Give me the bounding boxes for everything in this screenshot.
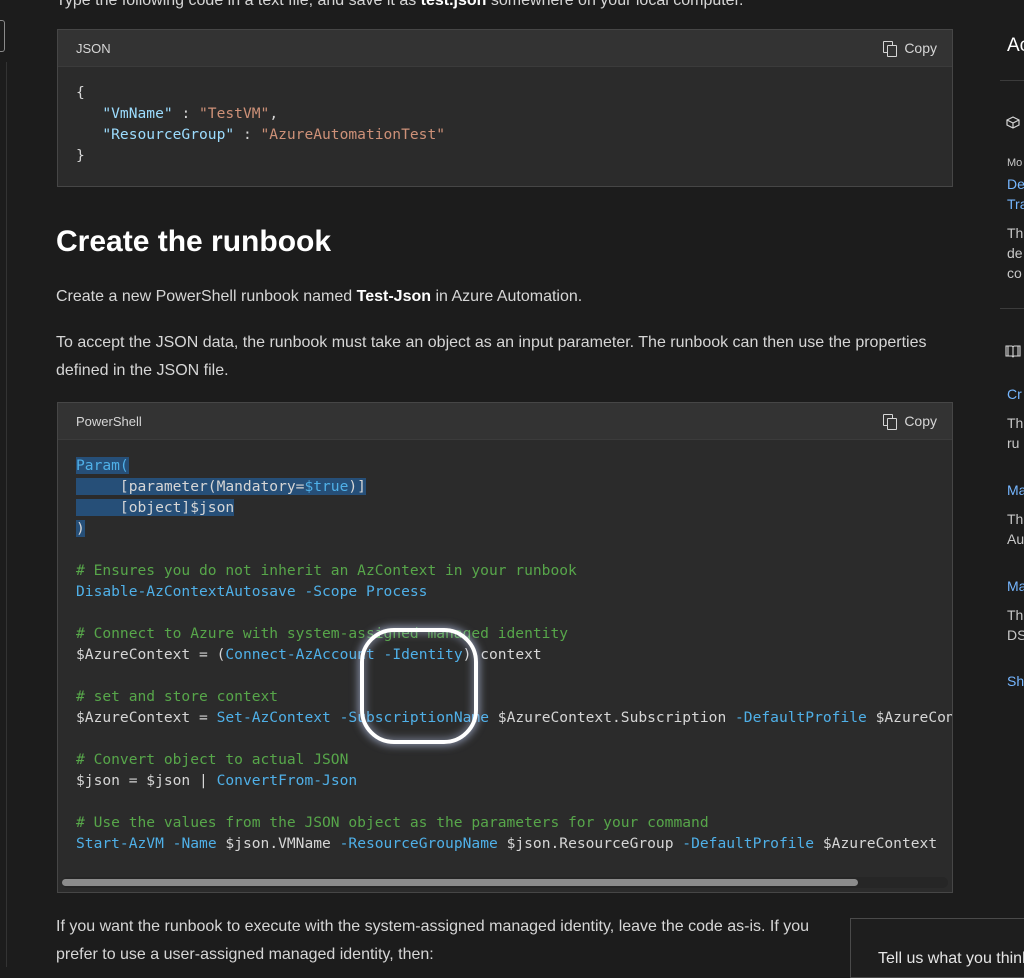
paragraph-create: Create a new PowerShell runbook named Te… [56, 283, 948, 311]
powershell-code-block: PowerShell Copy Param( [parameter(Mandat… [57, 402, 953, 893]
related-desc: Au [1007, 531, 1024, 547]
code-token: Process [365, 583, 428, 600]
rail-divider [1000, 308, 1024, 309]
para-text: Create a new PowerShell runbook named [56, 288, 357, 305]
intro-text: Type the following code in a text file, … [56, 0, 743, 12]
code-token: $true [304, 478, 349, 495]
code-token: -DefaultProfile [682, 835, 815, 852]
code-token: $AzureContext [875, 709, 952, 726]
left-rail [0, 0, 8, 967]
code-header: JSON Copy [58, 30, 952, 67]
intro-before: Type the following code in a text file, … [56, 0, 421, 9]
code-token: ).context [462, 646, 542, 663]
module-icon [1006, 116, 1020, 129]
show-more-link[interactable]: Sh [1007, 673, 1024, 689]
code-token: : [172, 105, 200, 122]
code-token: $json.VMName [216, 835, 340, 852]
code-token: -DefaultProfile [735, 709, 867, 726]
code-token: : [234, 126, 261, 143]
code-token: $AzureContext = [76, 709, 217, 726]
code-token: -Name [172, 835, 217, 852]
code-token: [parameter(Mandatory= [76, 478, 305, 495]
related-link[interactable]: Ma [1007, 578, 1024, 594]
code-token: Set-AzContext [216, 709, 331, 726]
code-token: Param( [76, 457, 129, 474]
module-desc: de [1007, 245, 1023, 261]
code-token: "VmName" [102, 105, 173, 122]
related-desc: ru [1007, 435, 1020, 451]
module-desc: Th [1007, 225, 1024, 241]
intro-after: somewhere on your local computer. [486, 0, 744, 9]
code-token: $json = $json | [76, 772, 217, 789]
horizontal-scrollbar[interactable] [62, 877, 948, 888]
copy-icon [883, 41, 898, 57]
code-comment: # set and store context [76, 688, 279, 705]
left-divider [6, 62, 7, 967]
code-token: -SubscriptionName [339, 709, 489, 726]
code-token: $json.ResourceGroup [497, 835, 683, 852]
code-token: } [76, 147, 85, 164]
right-rail: Ac Mo De Tra Th de co Cr Th ru Ma Th Au … [1000, 0, 1024, 967]
collapse-handle[interactable] [0, 20, 5, 52]
section-heading: Create the runbook [56, 225, 332, 258]
related-desc: DS [1007, 627, 1024, 643]
code-token: $AzureContext [814, 835, 938, 852]
feedback-prompt: Tell us what you think [878, 950, 1024, 967]
code-token: ConvertFrom-Json [216, 772, 358, 789]
json-code[interactable]: { "VmName" : "TestVM", "ResourceGroup" :… [58, 67, 952, 181]
related-desc: Th [1007, 511, 1024, 527]
code-token: "ResourceGroup" [102, 126, 235, 143]
code-token: { [76, 84, 85, 101]
runbook-name: Test-Json [356, 288, 432, 305]
code-language: PowerShell [76, 413, 142, 429]
right-rail-title: Ac [1007, 35, 1024, 56]
related-desc: Th [1007, 607, 1024, 623]
feedback-panel[interactable]: Tell us what you think [850, 918, 1024, 978]
code-token: ) [76, 520, 85, 537]
code-language: JSON [76, 40, 111, 56]
code-token: "TestVM" [199, 105, 270, 122]
module-desc: co [1007, 265, 1022, 281]
code-token: "AzureAutomationTest" [260, 126, 446, 143]
related-link[interactable]: Ma [1007, 482, 1024, 498]
copy-button[interactable]: Copy [883, 413, 937, 430]
code-token: -Identity [383, 646, 463, 663]
book-icon [1005, 345, 1021, 358]
json-code-block: JSON Copy { "VmName" : "TestVM", "Resour… [57, 29, 953, 187]
code-token: -Scope [304, 583, 358, 600]
rail-divider [1000, 80, 1024, 81]
code-comment: # Convert object to actual JSON [76, 751, 349, 768]
code-comment: # Connect to Azure with system-assigned … [76, 625, 569, 642]
paragraph-accept: To accept the JSON data, the runbook mus… [56, 334, 927, 379]
code-token: Disable-AzContextAutosave [76, 583, 296, 600]
para-text: in Azure Automation. [431, 288, 583, 305]
code-token: Start-AzVM [76, 835, 164, 852]
paragraph-identity: If you want the runbook to execute with … [56, 918, 810, 963]
code-token: Connect-AzAccount [225, 646, 375, 663]
code-token: [object]$json [76, 499, 235, 516]
code-token: $AzureContext.Subscription [489, 709, 736, 726]
copy-label: Copy [904, 40, 937, 56]
powershell-code[interactable]: Param( [parameter(Mandatory=$true)] [obj… [58, 440, 952, 869]
module-label: Mo [1007, 157, 1023, 169]
module-link[interactable]: De [1007, 176, 1024, 192]
intro-filename: test.json [420, 0, 487, 9]
code-token: )] [348, 478, 366, 495]
code-token: , [269, 105, 279, 122]
code-token: $AzureContext = ( [76, 646, 226, 663]
related-link[interactable]: Cr [1007, 386, 1022, 402]
code-comment: # Use the values from the JSON object as… [76, 814, 709, 831]
code-comment: # Ensures you do not inherit an AzContex… [76, 562, 577, 579]
copy-button[interactable]: Copy [883, 40, 937, 57]
related-desc: Th [1007, 415, 1024, 431]
scrollbar-thumb[interactable] [62, 879, 858, 886]
copy-icon [883, 414, 898, 430]
code-token: -ResourceGroupName [339, 835, 498, 852]
code-header: PowerShell Copy [58, 403, 952, 440]
module-link-cont[interactable]: Tra [1007, 196, 1024, 212]
copy-label: Copy [904, 413, 937, 429]
